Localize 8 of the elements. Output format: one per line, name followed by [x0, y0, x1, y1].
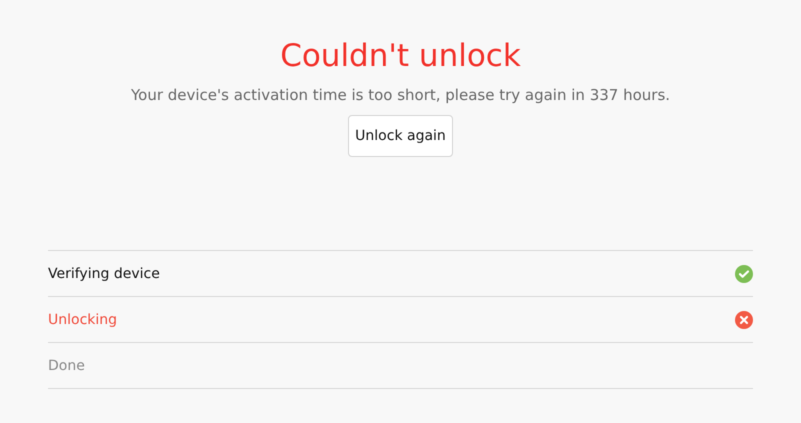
step-label: Done	[48, 358, 85, 374]
step-label: Unlocking	[48, 312, 118, 328]
check-circle-icon	[735, 264, 753, 282]
error-title: Couldn't unlock	[280, 37, 521, 76]
error-message: Your device's activation time is too short, please try again in 337 hours.	[130, 85, 670, 106]
unlock-again-button[interactable]: Unlock again	[348, 115, 453, 157]
error-circle-icon	[735, 310, 753, 328]
step-label: Verifying device	[48, 266, 160, 282]
